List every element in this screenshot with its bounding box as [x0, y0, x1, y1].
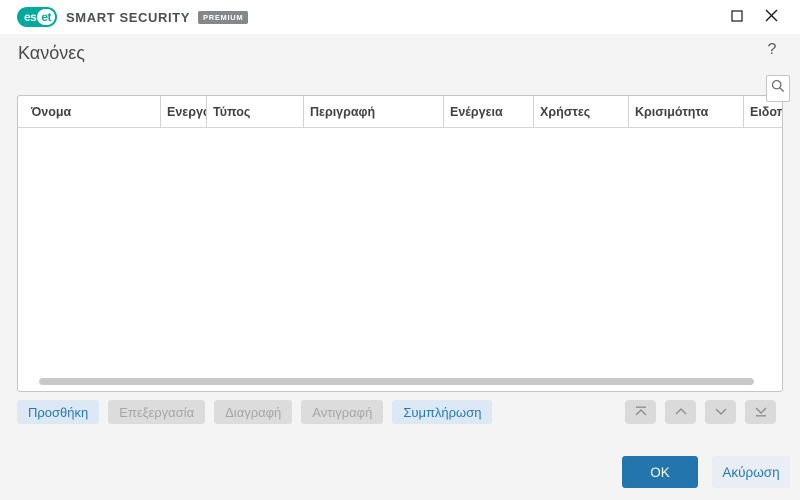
maximize-button[interactable]	[728, 8, 746, 26]
column-header[interactable]: Χρήστες	[534, 96, 629, 127]
move-up-icon	[674, 405, 688, 420]
rules-table: Όνομα Ενεργό Τύπος Περιγραφή Ενέργεια Χρ…	[17, 95, 783, 392]
delete-button[interactable]: Διαγραφή	[214, 400, 293, 424]
move-to-top-button[interactable]	[625, 400, 656, 424]
move-to-bottom-icon	[754, 405, 768, 420]
search-button[interactable]	[766, 75, 790, 102]
column-header[interactable]: Περιγραφή	[304, 96, 444, 127]
edit-button[interactable]: Επεξεργασία	[108, 400, 206, 424]
column-header[interactable]: Όνομα	[18, 96, 161, 127]
ok-button[interactable]: OK	[622, 456, 698, 488]
eset-logo-text-left: es	[24, 10, 37, 24]
page-title: Κανόνες	[18, 43, 85, 63]
column-header[interactable]: Κρισιμότητα	[629, 96, 744, 127]
add-button[interactable]: Προσθήκη	[17, 400, 100, 424]
close-icon	[765, 9, 778, 25]
close-button[interactable]	[762, 8, 780, 26]
horizontal-scrollbar[interactable]	[39, 378, 754, 385]
help-button[interactable]: ?	[763, 40, 781, 60]
move-up-button[interactable]	[665, 400, 696, 424]
reorder-button-group	[625, 400, 776, 424]
titlebar: es et SMART SECURITY PREMIUM	[0, 0, 800, 34]
rules-dialog-window: es et SMART SECURITY PREMIUM Κανόνες ? Ό…	[0, 0, 800, 500]
eset-logo-text-right: et	[37, 9, 56, 25]
table-body-empty	[18, 129, 782, 377]
premium-badge: PREMIUM	[198, 10, 249, 24]
column-header[interactable]: Ενεργό	[161, 96, 207, 127]
move-down-icon	[714, 405, 728, 420]
maximize-icon	[731, 9, 743, 25]
search-icon	[771, 79, 785, 98]
column-header[interactable]: Ενέργεια	[444, 96, 534, 127]
cancel-button[interactable]: Ακύρωση	[712, 456, 790, 488]
move-to-bottom-button[interactable]	[745, 400, 776, 424]
eset-brand: es et SMART SECURITY PREMIUM	[17, 7, 249, 27]
move-to-top-icon	[634, 405, 648, 420]
product-name: SMART SECURITY	[66, 9, 190, 25]
column-header[interactable]: Τύπος	[207, 96, 304, 127]
table-header-row: Όνομα Ενεργό Τύπος Περιγραφή Ενέργεια Χρ…	[18, 96, 782, 128]
fill-button[interactable]: Συμπλήρωση	[392, 400, 493, 424]
action-button-row: Προσθήκη Επεξεργασία Διαγραφή Αντιγραφή …	[17, 400, 493, 424]
eset-logo: es et	[17, 7, 58, 27]
move-down-button[interactable]	[705, 400, 736, 424]
copy-button[interactable]: Αντιγραφή	[301, 400, 384, 424]
